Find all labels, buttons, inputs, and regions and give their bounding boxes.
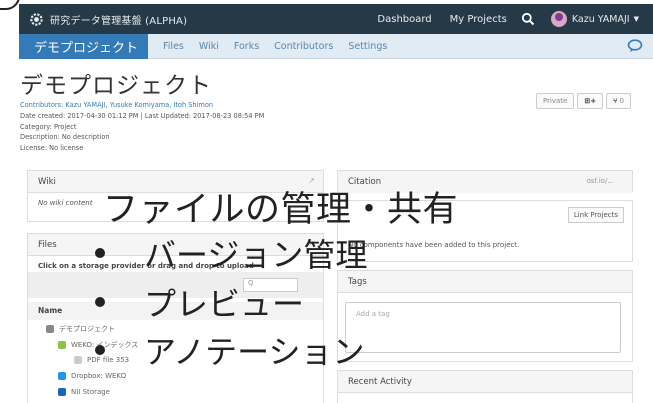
files-heading: Files [38, 239, 57, 250]
citation-url[interactable]: osf.io/... [587, 177, 614, 185]
privacy-badge[interactable]: Private [535, 93, 575, 109]
overlay-bullet-text: バージョン管理 [144, 236, 368, 274]
dates-line: Date created: 2017-04-30 01:12 PM | Last… [20, 111, 265, 120]
tree-label: Dropbox: WEKO [71, 372, 127, 380]
dropbox-icon [58, 372, 66, 380]
storage-icon [58, 388, 66, 396]
contributors-list[interactable]: Kazu YAMAJI, Yusuke Komiyama, Itoh Shimo… [65, 101, 213, 109]
fork-button[interactable]: ⑂ 0 [606, 93, 631, 109]
gear-logo-icon [30, 12, 43, 26]
nav-dashboard[interactable]: Dashboard [377, 14, 431, 25]
overlay-bullet-text: プレビュー [144, 285, 305, 323]
tab-wiki[interactable]: Wiki [199, 41, 219, 52]
tab-files[interactable]: Files [163, 41, 184, 52]
weko-icon [58, 341, 66, 349]
project-navbar: デモプロジェクト Files Wiki Forks Contributors S… [19, 33, 653, 59]
brand[interactable]: 研究データ管理基盤 (ALPHA) [29, 12, 187, 27]
brand-label: 研究データ管理基盤 (ALPHA) [50, 15, 188, 27]
search-icon[interactable] [521, 12, 535, 26]
project-title-tab[interactable]: デモプロジェクト [19, 33, 149, 59]
caret-down-icon: ▼ [633, 15, 639, 23]
user-name: Kazu YAMAJI [571, 13, 630, 25]
recent-activity-heading: Recent Activity [348, 376, 412, 387]
bullet-dot [95, 297, 105, 307]
bullet-dot [95, 345, 105, 355]
frame-corner [0, 0, 20, 10]
file-icon [74, 356, 82, 364]
contributors-line: Contributors: Kazu YAMAJI, Yusuke Komiya… [20, 100, 264, 111]
tags-input[interactable]: Add a tag [345, 302, 621, 353]
project-meta: Contributors: Kazu YAMAJI, Yusuke Komiya… [20, 100, 264, 154]
tab-settings[interactable]: Settings [348, 41, 387, 52]
fork-count: 0 [619, 97, 624, 105]
page-title: デモプロジェクト [20, 73, 212, 99]
category-line: Category: Project [20, 122, 77, 131]
license-line[interactable]: License: No license [20, 143, 264, 154]
link-projects-button[interactable]: Link Projects [567, 207, 624, 223]
overlay-title: ファイルの管理・共有 [103, 190, 459, 230]
avatar [550, 11, 567, 27]
tree-row[interactable]: NII Storage [58, 388, 110, 396]
overlay-bullet-text: アノテーション [144, 333, 365, 371]
tree-row[interactable]: Dropbox: WEKO [58, 372, 126, 380]
description-line[interactable]: Description: No description [20, 132, 264, 143]
bullet-dot [95, 248, 105, 258]
user-menu[interactable]: Kazu YAMAJI ▼ [550, 11, 639, 27]
tags-placeholder: Add a tag [356, 310, 390, 318]
overlay-bullet: バージョン管理 [95, 230, 367, 276]
tab-contributors[interactable]: Contributors [274, 41, 333, 52]
fork-icon: ⑂ [613, 97, 618, 105]
overlay-bullet: プレビュー [95, 279, 304, 325]
tree-label: NII Storage [71, 388, 110, 396]
tab-forks[interactable]: Forks [234, 41, 259, 52]
bookmark-icon: ⊞+ [584, 97, 597, 105]
nav-my-projects[interactable]: My Projects [450, 14, 507, 25]
project-icon [46, 325, 54, 333]
contributors-label: Contributors: [20, 101, 64, 109]
bookmark-button[interactable]: ⊞+ [577, 93, 604, 109]
name-column-label: Name [38, 306, 63, 315]
overlay-bullet: アノテーション [95, 327, 364, 373]
comments-icon[interactable] [627, 39, 643, 53]
tags-heading: Tags [348, 276, 367, 287]
wiki-heading: Wiki [38, 176, 56, 187]
top-navbar: 研究データ管理基盤 (ALPHA) Dashboard My Projects … [19, 4, 653, 34]
project-action-badges: Private ⊞+ ⑂ 0 [533, 93, 631, 109]
recent-activity-panel: Recent Activity [337, 370, 633, 403]
privacy-label: Private [542, 97, 568, 105]
